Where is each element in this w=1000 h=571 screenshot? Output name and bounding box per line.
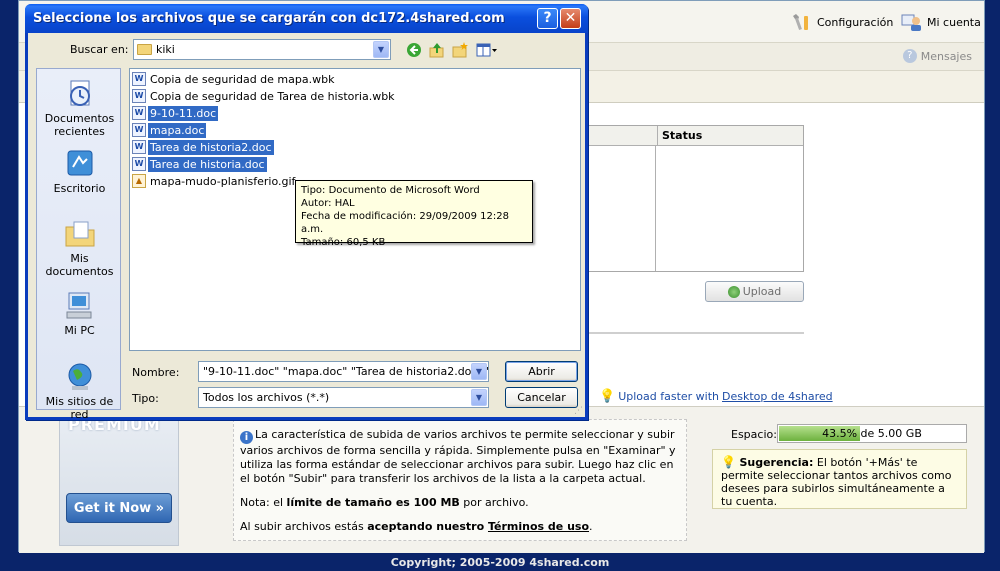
close-button[interactable]: ✕ bbox=[560, 8, 581, 29]
tooltip-size: Tamaño: 60,5 KB bbox=[301, 237, 386, 248]
look-in-dropdown[interactable]: kiki ▼ bbox=[133, 39, 391, 60]
file-row[interactable]: ▲ mapa-mudo-planisferio.gif bbox=[132, 173, 297, 189]
desktop-app-link[interactable]: Desktop de 4shared bbox=[722, 390, 833, 403]
word-file-icon: W bbox=[132, 123, 146, 137]
chevron-down-icon[interactable]: ▼ bbox=[373, 41, 389, 58]
file-row-selected[interactable]: Wmapa.doc bbox=[132, 122, 207, 138]
space-usage-bar: 43.5% de 5.00 GB bbox=[777, 424, 967, 443]
upload-button[interactable]: Upload bbox=[705, 281, 804, 302]
account-link[interactable]: Mi cuenta bbox=[901, 11, 981, 33]
get-it-now-button[interactable]: Get it Now » bbox=[66, 493, 172, 523]
chevron-down-icon[interactable]: ▼ bbox=[471, 363, 487, 380]
desktop-icon bbox=[63, 149, 97, 179]
cancel-button[interactable]: Cancelar bbox=[505, 387, 578, 408]
file-open-dialog: Seleccione los archivos que se cargarán … bbox=[25, 4, 588, 421]
open-button[interactable]: Abrir bbox=[505, 361, 578, 382]
filename-value: "9-10-11.doc" "mapa.doc" "Tarea de histo… bbox=[203, 365, 489, 378]
info-box: i La característica de subida de varios a… bbox=[233, 419, 687, 541]
my-computer-icon bbox=[63, 291, 97, 321]
new-folder-icon[interactable] bbox=[451, 41, 469, 59]
word-file-icon: W bbox=[132, 106, 146, 120]
divider bbox=[586, 332, 804, 334]
tooltip-author: Autor: HAL bbox=[301, 198, 355, 209]
suggestion-box: 💡 Sugerencia: El botón '+Más' te permite… bbox=[712, 449, 967, 509]
messages-link[interactable]: ? Mensajes bbox=[902, 49, 972, 63]
lightbulb-icon: 💡 bbox=[599, 389, 616, 404]
copyright: Copyright; 2005-2009 4shared.com bbox=[390, 556, 610, 569]
filetype-label: Tipo: bbox=[132, 392, 159, 405]
file-row-selected[interactable]: W Tarea de historia.doc bbox=[132, 156, 267, 172]
info-paragraph: i La característica de subida de varios a… bbox=[240, 428, 676, 485]
dialog-title: Seleccione los archivos que se cargarán … bbox=[33, 11, 505, 26]
status-column-header: Status bbox=[657, 126, 702, 146]
upload-faster-line: 💡 Upload faster with Desktop de 4shared bbox=[599, 389, 833, 404]
my-documents-icon bbox=[63, 219, 97, 249]
upload-file-table: Status bbox=[586, 125, 804, 272]
config-link[interactable]: Configuración bbox=[791, 11, 893, 33]
premium-banner[interactable]: PREMIUM Get it Now » bbox=[59, 406, 179, 546]
lightbulb-icon: 💡 bbox=[721, 455, 736, 469]
chevron-down-icon[interactable]: ▼ bbox=[471, 389, 487, 406]
suggestion-title: Sugerencia: bbox=[739, 456, 814, 469]
account-icon bbox=[901, 11, 923, 33]
word-file-icon: W bbox=[132, 140, 146, 154]
place-desktop[interactable]: Escritorio bbox=[37, 149, 122, 195]
file-row-selected[interactable]: W 9-10-11.doc bbox=[132, 105, 219, 121]
help-button[interactable]: ? bbox=[537, 8, 558, 29]
table-header: Status bbox=[587, 126, 803, 146]
word-file-icon: W bbox=[132, 72, 146, 86]
terms-note: Al subir archivos estás aceptando nuestr… bbox=[240, 520, 593, 533]
place-recent-documents[interactable]: Documentos recientes bbox=[37, 79, 122, 138]
config-label: Configuración bbox=[817, 15, 894, 29]
up-folder-icon[interactable] bbox=[428, 41, 446, 59]
look-in-value: kiki bbox=[156, 43, 175, 56]
account-label: Mi cuenta bbox=[927, 15, 981, 29]
upload-label: Upload bbox=[742, 285, 782, 298]
filename-label: Nombre: bbox=[132, 366, 180, 379]
word-file-icon: W bbox=[132, 157, 146, 171]
filetype-dropdown[interactable]: Todos los archivos (*.*) ▼ bbox=[198, 387, 489, 408]
place-my-computer[interactable]: Mi PC bbox=[37, 291, 122, 337]
places-bar: Documentos recientes Escritorio Mis docu… bbox=[36, 68, 122, 421]
filename-input[interactable]: "9-10-11.doc" "mapa.doc" "Tarea de histo… bbox=[198, 361, 489, 382]
size-note: Nota: el límite de tamaño es 100 MB por … bbox=[240, 496, 529, 509]
file-row[interactable]: W Copia de seguridad de mapa.wbk bbox=[132, 71, 336, 87]
view-menu-icon[interactable] bbox=[475, 41, 499, 59]
file-row-selected[interactable]: W Tarea de historia2.doc bbox=[132, 139, 274, 155]
wrench-icon bbox=[791, 11, 813, 33]
word-file-icon: W bbox=[132, 89, 146, 103]
tooltip-type: Tipo: Documento de Microsoft Word bbox=[301, 185, 480, 196]
resize-grip-icon[interactable]: ⋰ bbox=[574, 406, 584, 416]
folder-icon bbox=[137, 44, 152, 55]
recent-documents-icon bbox=[63, 79, 97, 109]
file-row[interactable]: W Copia de seguridad de Tarea de historia… bbox=[132, 88, 397, 104]
dialog-title-bar[interactable]: Seleccione los archivos que se cargarán … bbox=[25, 4, 588, 33]
messages-label: Mensajes bbox=[920, 49, 972, 63]
place-network[interactable]: Mis sitios de red bbox=[37, 362, 122, 421]
space-label: Espacio: bbox=[731, 428, 777, 441]
column-divider bbox=[655, 146, 656, 271]
network-globe-icon bbox=[63, 362, 97, 392]
back-icon[interactable] bbox=[405, 41, 423, 59]
filetype-value: Todos los archivos (*.*) bbox=[203, 391, 330, 404]
tooltip-modified: Fecha de modificación: 29/09/2009 12:28 … bbox=[301, 211, 510, 235]
look-in-label: Buscar en: bbox=[70, 43, 129, 56]
upload-faster-text: Upload faster with bbox=[618, 390, 720, 403]
space-usage-text: 43.5% de 5.00 GB bbox=[822, 427, 922, 440]
file-info-tooltip: Tipo: Documento de Microsoft Word Autor:… bbox=[295, 180, 533, 248]
place-my-documents[interactable]: Mis documentos bbox=[37, 219, 122, 278]
image-file-icon: ▲ bbox=[132, 174, 146, 188]
info-icon: i bbox=[240, 431, 253, 444]
help-circle-icon: ? bbox=[902, 49, 917, 63]
upload-icon bbox=[727, 285, 740, 298]
terms-link[interactable]: Términos de uso bbox=[488, 520, 589, 533]
